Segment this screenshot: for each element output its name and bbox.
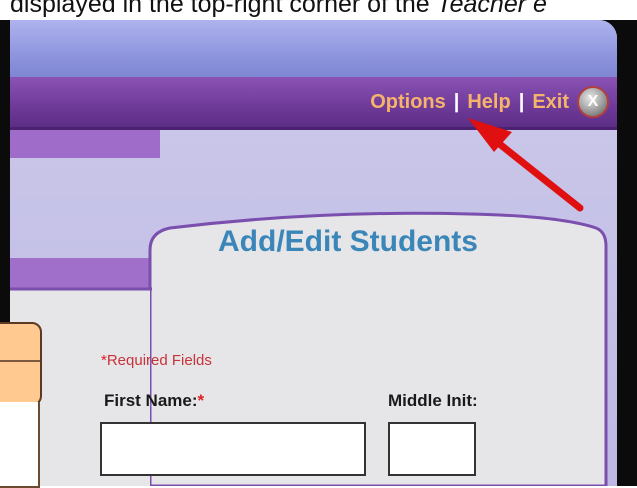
red-arrow-icon — [468, 118, 584, 212]
